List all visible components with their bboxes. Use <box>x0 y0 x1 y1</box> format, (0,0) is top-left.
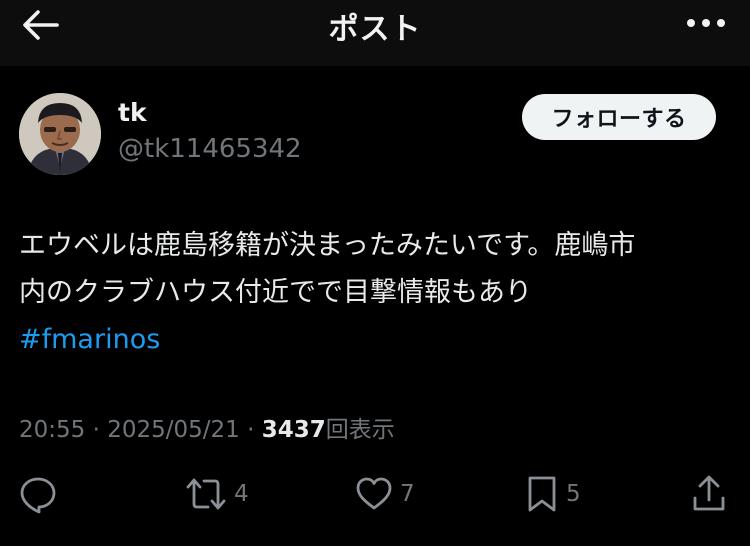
avatar[interactable] <box>19 93 101 175</box>
reply-icon <box>20 477 56 514</box>
page-title: ポスト <box>328 12 422 47</box>
share-button[interactable] <box>690 472 728 516</box>
meta-separator: · <box>247 417 255 443</box>
share-icon <box>693 475 725 511</box>
more-horizontal-icon <box>687 19 725 27</box>
view-label: 回表示 <box>325 417 395 443</box>
meta-separator: · <box>92 417 100 443</box>
follow-button[interactable]: フォローする <box>522 94 716 140</box>
avatar-image <box>19 93 101 175</box>
retweet-icon <box>186 478 226 510</box>
retweet-count: 4 <box>234 481 249 507</box>
view-count: 3437 <box>261 417 326 443</box>
bookmark-button[interactable]: 5 <box>524 472 581 516</box>
bookmark-icon <box>528 476 556 512</box>
post-time[interactable]: 20:55 <box>19 417 85 443</box>
post-text-line: 内のクラブハウス付近でで目撃情報もあり <box>19 277 532 308</box>
post-text-line: エウベルは鹿島移籍が決まったみたいです。鹿嶋市 <box>19 230 636 261</box>
post-meta: 20:55 · 2025/05/21 · 3437回表示 <box>19 410 395 444</box>
more-button[interactable] <box>682 8 730 38</box>
heart-icon <box>356 477 392 510</box>
hashtag-link[interactable]: #fmarinos <box>19 316 734 363</box>
like-count: 7 <box>400 481 415 507</box>
bookmark-count: 5 <box>566 481 581 507</box>
like-button[interactable]: 7 <box>354 472 415 516</box>
post-text: エウベルは鹿島移籍が決まったみたいです。鹿嶋市 内のクラブハウス付近でで目撃情報… <box>19 222 734 363</box>
user-display-name[interactable]: tk <box>118 98 147 127</box>
post-date[interactable]: 2025/05/21 <box>107 417 240 443</box>
reply-button[interactable] <box>18 472 64 516</box>
user-handle[interactable]: @tk11465342 <box>118 134 302 164</box>
top-bar: ポスト <box>0 0 750 66</box>
retweet-button[interactable]: 4 <box>184 472 249 516</box>
